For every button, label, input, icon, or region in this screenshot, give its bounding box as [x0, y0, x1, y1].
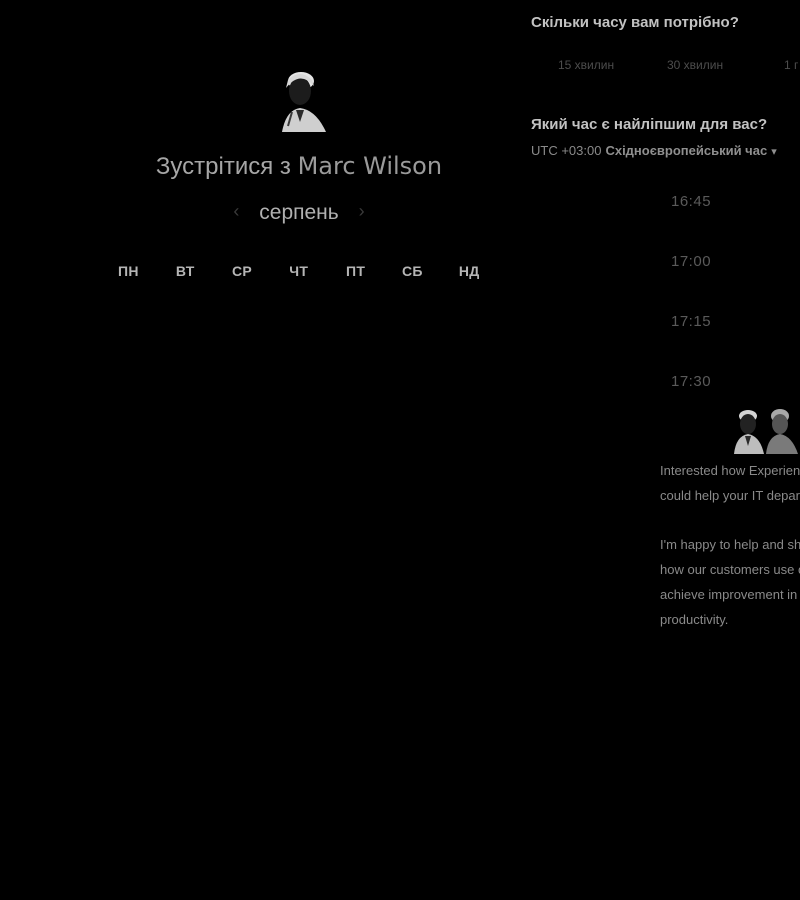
host-message: Interested how Experience Management cou…	[660, 458, 800, 688]
scheduling-page: Зустрітися з Marc Wilson ‹ серпень › ПН …	[0, 0, 800, 900]
calendar-grid	[100, 286, 498, 556]
calendar-week	[100, 340, 498, 394]
timezone-selector[interactable]: UTC +03:00 Східноєвропейський час ▾	[531, 143, 800, 161]
weekday-label: ПТ	[345, 263, 366, 279]
time-slot[interactable]: 17:00	[671, 253, 711, 270]
team-avatar	[766, 409, 798, 454]
calendar-week	[100, 394, 498, 448]
timezone-name: Східноєвропейський час	[605, 143, 768, 158]
team-avatar	[734, 410, 764, 454]
time-slot[interactable]: 17:15	[671, 313, 711, 330]
host-avatar	[278, 66, 330, 134]
month-navigation: ‹ серпень ›	[0, 201, 598, 225]
duration-option-15[interactable]: 15 хвилин	[558, 58, 614, 72]
duration-option-60[interactable]: 1 г	[784, 58, 798, 72]
caret-down-icon: ▾	[771, 146, 777, 158]
host-name: Marc Wilson	[297, 152, 443, 180]
time-slot[interactable]: 16:45	[671, 193, 711, 210]
timezone-offset: UTC +03:00	[531, 143, 602, 158]
weekday-label: НД	[458, 263, 480, 279]
calendar-week	[100, 502, 498, 556]
calendar-week	[100, 286, 498, 340]
calendar-week	[100, 448, 498, 502]
team-avatars	[730, 406, 800, 454]
chevron-right-icon[interactable]: ›	[359, 201, 365, 222]
meeting-title-prefix: Зустрітися з	[155, 153, 291, 180]
message-paragraph: I'm happy to help and share insight into…	[660, 537, 800, 627]
weekday-label: ЧТ	[289, 263, 309, 279]
month-label: серпень	[259, 201, 339, 224]
meeting-title: Зустрітися з Marc Wilson	[0, 152, 598, 181]
duration-option-30[interactable]: 30 хвилин	[667, 58, 723, 72]
weekday-label: ПН	[118, 263, 139, 279]
weekday-label: СР	[231, 263, 253, 279]
chevron-left-icon[interactable]: ‹	[233, 201, 239, 222]
weekday-label: ВТ	[175, 263, 195, 279]
best-time-heading: Який час є найліпшим для вас?	[531, 116, 768, 133]
weekday-header: ПН ВТ СР ЧТ ПТ СБ НД	[100, 263, 498, 279]
time-slot[interactable]: 17:30	[671, 373, 711, 390]
weekday-label: СБ	[401, 263, 423, 279]
duration-options: 15 хвилин 30 хвилин 1 г	[531, 58, 800, 74]
duration-heading: Скільки часу вам потрібно?	[531, 14, 739, 31]
message-paragraph: Interested how Experience Management cou…	[660, 463, 800, 503]
